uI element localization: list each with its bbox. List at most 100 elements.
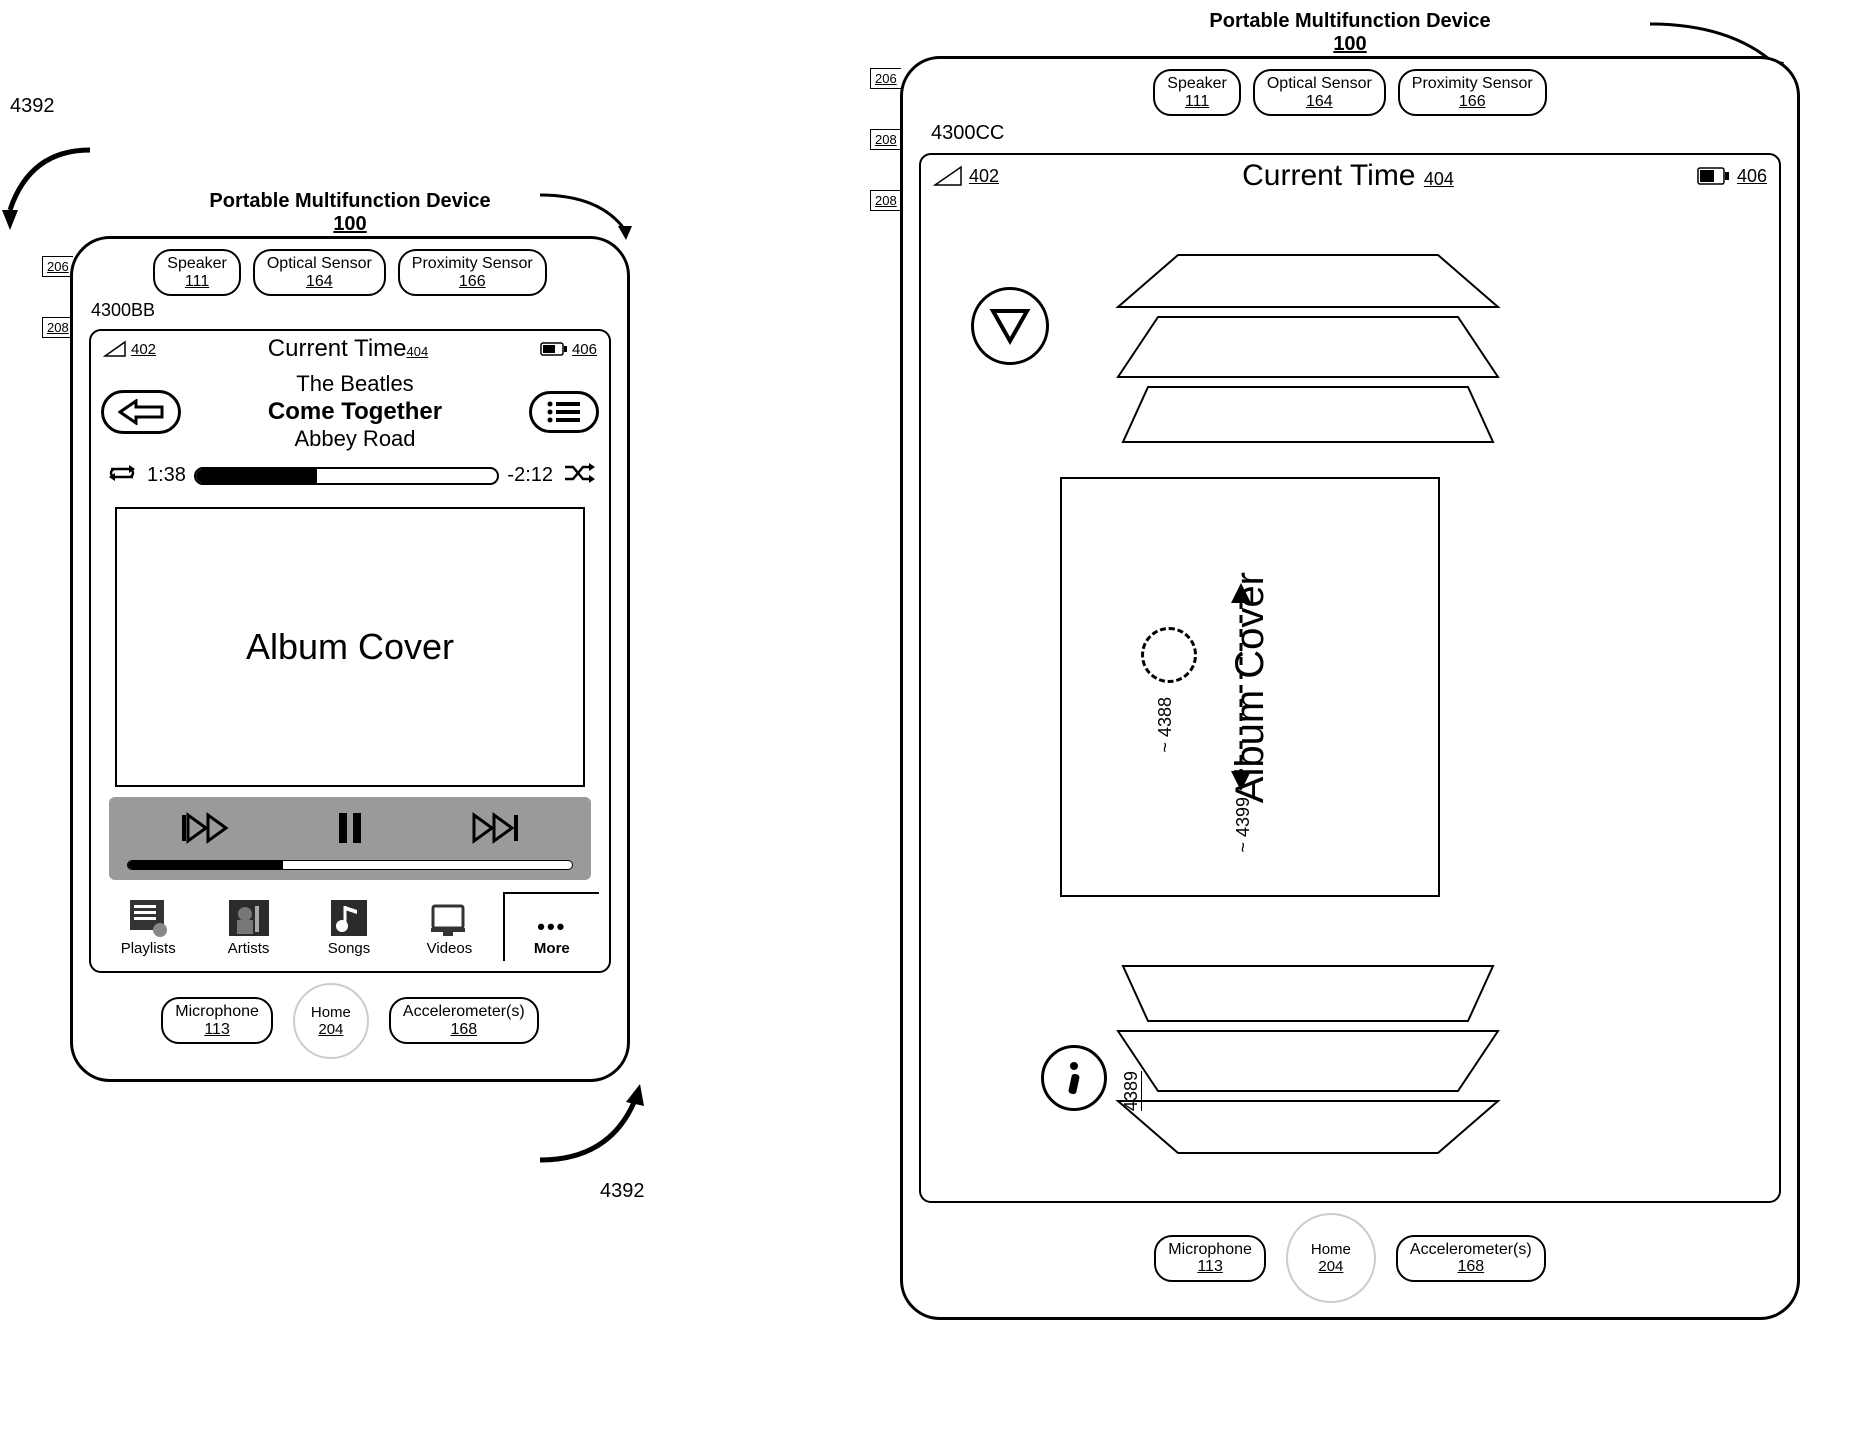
time-elapsed: 1:38	[147, 464, 186, 487]
pause-icon	[335, 811, 365, 845]
optical-label: Optical Sensor	[267, 255, 372, 273]
track-metadata: The Beatles Come Together Abbey Road	[268, 371, 442, 453]
back-button[interactable]	[101, 390, 181, 434]
screen-id-right: 4300CC	[903, 116, 1797, 145]
tab-label: More	[534, 940, 570, 957]
album-cover[interactable]: Album Cover	[115, 507, 585, 787]
time-ref: 404	[407, 344, 429, 359]
playback-controls	[109, 797, 591, 880]
status-bar-left: 402 Current Time404 406	[91, 331, 609, 367]
track-title: Come Together	[268, 398, 442, 427]
screen-id-left: 4300BB	[73, 296, 627, 321]
side-tab-208-left: 208	[42, 317, 73, 338]
touch-ref: ~ 4388	[1155, 697, 1176, 753]
rotate-ref-bottom: 4392	[600, 1180, 645, 1203]
accel-num: 168	[450, 1021, 477, 1039]
home-label-r: Home	[1311, 1241, 1351, 1258]
battery-ref: 406	[572, 341, 597, 358]
mic-label: Microphone	[175, 1003, 259, 1021]
battery-icon	[1697, 167, 1731, 185]
home-button-right[interactable]: Home 204	[1286, 1213, 1376, 1303]
speaker-num: 111	[185, 273, 209, 291]
arrow-left-icon	[118, 399, 164, 425]
gesture-ref: ~ 4399	[1233, 797, 1254, 853]
proximity-sensor-pill-left: Proximity Sensor 166	[398, 249, 547, 296]
accelerometer-pill-left: Accelerometer(s) 168	[389, 997, 539, 1044]
proximity-sensor-pill-right: Proximity Sensor 166	[1398, 69, 1547, 116]
lead-arrow-left	[530, 180, 650, 240]
speaker-label-r: Speaker	[1167, 75, 1227, 93]
volume-slider[interactable]	[127, 860, 573, 870]
speaker-label: Speaker	[167, 255, 227, 273]
skip-forward-icon	[470, 811, 520, 845]
artists-icon	[225, 896, 273, 940]
repeat-button[interactable]	[105, 461, 139, 491]
playlists-icon	[124, 896, 172, 940]
cover-flow[interactable]: Album Cover ~ 4388	[921, 197, 1779, 1201]
accelerometer-pill-right: Accelerometer(s) 168	[1396, 1235, 1546, 1282]
tab-songs[interactable]: Songs	[302, 892, 396, 961]
tab-more[interactable]: ••• More	[503, 892, 599, 961]
shuffle-button[interactable]	[561, 461, 595, 491]
home-num: 204	[318, 1021, 343, 1038]
info-icon	[1059, 1060, 1089, 1096]
repeat-icon	[105, 461, 139, 485]
speaker-pill-right: Speaker 111	[1153, 69, 1241, 116]
info-ref: 4389	[1121, 1071, 1142, 1111]
side-tab-208b-right: 208	[870, 190, 901, 211]
previous-button[interactable]	[180, 811, 230, 850]
triangle-down-icon	[989, 305, 1031, 347]
signal-ref: 402	[131, 341, 156, 358]
ellipsis-icon: •••	[537, 914, 566, 940]
cover-flow-top-stack	[1098, 247, 1518, 447]
accel-num-r: 168	[1457, 1258, 1484, 1276]
touch-point-indicator	[1141, 627, 1197, 683]
next-button[interactable]	[470, 811, 520, 850]
info-button[interactable]	[1041, 1045, 1107, 1111]
play-indicator[interactable]	[971, 287, 1049, 365]
tracklist-button[interactable]	[529, 391, 599, 433]
prox-num-r: 166	[1459, 93, 1486, 111]
songs-icon	[325, 896, 373, 940]
track-artist: The Beatles	[268, 371, 442, 397]
side-tab-206-left: 206	[42, 256, 73, 277]
pause-button[interactable]	[335, 811, 365, 850]
skip-back-icon	[180, 811, 230, 845]
mic-label-r: Microphone	[1168, 1241, 1252, 1259]
tab-label: Playlists	[121, 940, 176, 957]
tab-label: Artists	[228, 940, 270, 957]
speaker-num-r: 111	[1185, 93, 1209, 111]
accel-label: Accelerometer(s)	[403, 1003, 525, 1021]
prox-label: Proximity Sensor	[412, 255, 533, 273]
tab-bar: Playlists Artists Songs Videos ••• More	[101, 892, 599, 961]
gesture-arrow	[1221, 577, 1261, 797]
optical-num-r: 164	[1306, 93, 1333, 111]
optical-num: 164	[306, 273, 333, 291]
battery-ref-r: 406	[1737, 166, 1767, 187]
status-bar-right: 402 Current Time 404 406	[921, 155, 1779, 197]
shuffle-icon	[561, 461, 595, 485]
home-button-left[interactable]: Home 204	[293, 983, 369, 1059]
scrubber[interactable]	[194, 467, 499, 485]
speaker-pill-left: Speaker 111	[153, 249, 241, 296]
microphone-pill-left: Microphone 113	[161, 997, 273, 1044]
tab-label: Videos	[427, 940, 473, 957]
prox-label-r: Proximity Sensor	[1412, 75, 1533, 93]
tab-label: Songs	[328, 940, 371, 957]
album-cover-label: Album Cover	[246, 626, 454, 668]
rotate-ref-top: 4392	[10, 95, 55, 118]
prox-num: 166	[459, 273, 486, 291]
time-ref-r: 404	[1424, 169, 1454, 189]
optical-sensor-pill-left: Optical Sensor 164	[253, 249, 386, 296]
list-icon	[546, 400, 582, 424]
cover-flow-bottom-stack	[1098, 961, 1518, 1161]
home-num-r: 204	[1318, 1258, 1343, 1275]
microphone-pill-right: Microphone 113	[1154, 1235, 1266, 1282]
rotate-arrow-top	[0, 130, 110, 240]
side-tab-206-right: 206	[870, 68, 901, 89]
optical-label-r: Optical Sensor	[1267, 75, 1372, 93]
tab-artists[interactable]: Artists	[201, 892, 295, 961]
rotate-arrow-bottom	[520, 1070, 660, 1180]
tab-videos[interactable]: Videos	[402, 892, 496, 961]
tab-playlists[interactable]: Playlists	[101, 892, 195, 961]
